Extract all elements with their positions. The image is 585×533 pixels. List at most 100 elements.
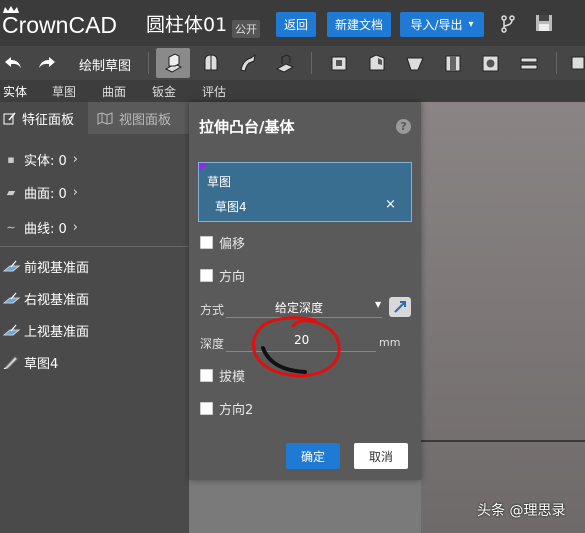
- more-tools-icon[interactable]: [564, 50, 585, 76]
- tab-surface[interactable]: 曲面: [102, 83, 126, 100]
- draw-sketch-button[interactable]: 绘制草图: [79, 55, 131, 74]
- tree-item-label: 上视基准面: [24, 324, 90, 340]
- public-badge: 公开: [232, 20, 260, 38]
- feature-tree-panel: 特征面板 视图面板 ▪ 实体: 0 › ▰ 曲面: 0 › ∼ 曲线: 0 › …: [0, 102, 189, 533]
- solid-icon: ▪: [7, 152, 15, 166]
- toolbar-divider: [556, 52, 557, 74]
- feature-panel-label: 特征面板: [22, 112, 75, 128]
- offset-checkbox[interactable]: [200, 235, 213, 249]
- tab-evaluate[interactable]: 评估: [202, 83, 226, 100]
- close-icon[interactable]: ×: [385, 197, 396, 212]
- app-logo: CrownCAD: [2, 6, 134, 38]
- surface-icon: ▰: [6, 185, 16, 199]
- map-icon: [97, 111, 113, 125]
- reverse-arrow-icon: [394, 301, 406, 313]
- tree-item-label: 右视基准面: [24, 292, 90, 308]
- tree-item-surfaces[interactable]: ▰ 曲面: 0 ›: [0, 177, 189, 207]
- back-button[interactable]: 返回: [276, 12, 316, 37]
- direction2-checkbox-row[interactable]: 方向2: [200, 399, 254, 418]
- save-icon[interactable]: [535, 14, 553, 32]
- tree-item-label: 实体: 0: [24, 153, 67, 169]
- import-export-label: 导入/导出: [410, 18, 463, 32]
- draft-label: 拔模: [219, 369, 246, 385]
- tree-divider: [0, 246, 189, 247]
- plane-icon: [2, 324, 20, 336]
- extrude-boss-icon[interactable]: [156, 48, 190, 78]
- selection-label: 草图: [207, 175, 232, 189]
- loft-icon[interactable]: [272, 50, 298, 76]
- tree-item-label: 曲面: 0: [24, 186, 67, 202]
- depth-label: 深度: [200, 337, 225, 351]
- 3d-viewport[interactable]: [421, 102, 585, 533]
- direction-label: 方向: [219, 269, 246, 285]
- sketch-selection-box[interactable]: 草图 草图4 ×: [198, 162, 412, 222]
- branch-icon[interactable]: [500, 15, 516, 33]
- new-document-button[interactable]: 新建文档: [327, 12, 391, 37]
- reverse-direction-button[interactable]: [389, 297, 411, 317]
- dialog-title: 拉伸凸台/基体: [199, 118, 295, 136]
- tree-item-label: 曲线: 0: [24, 221, 67, 237]
- tree-item-front-plane[interactable]: 前视基准面: [0, 251, 189, 281]
- loft-cut-icon[interactable]: [440, 50, 466, 76]
- feature-tabs: 实体 草图 曲面 钣金 评估: [0, 80, 585, 102]
- selected-sketch[interactable]: 草图4: [215, 198, 247, 215]
- revolve-icon[interactable]: [198, 50, 224, 76]
- tree-item-curves[interactable]: ∼ 曲线: 0 ›: [0, 212, 189, 242]
- offset-checkbox-row[interactable]: 偏移: [200, 233, 246, 252]
- tree-item-sketch4[interactable]: 草图4: [0, 347, 189, 377]
- ok-button[interactable]: 确定: [286, 443, 340, 469]
- tree-item-label: 前视基准面: [24, 260, 90, 276]
- toolbar: 绘制草图: [0, 46, 585, 80]
- tab-feature-panel[interactable]: 特征面板: [0, 102, 88, 134]
- logo-text: CrownCAD: [2, 11, 118, 38]
- direction-checkbox-row[interactable]: 方向: [200, 266, 246, 285]
- draft-checkbox-row[interactable]: 拔模: [200, 366, 246, 385]
- direction-checkbox[interactable]: [200, 268, 213, 282]
- redo-icon[interactable]: [34, 50, 60, 76]
- revolve-cut-icon[interactable]: [364, 50, 390, 76]
- rib-icon[interactable]: [516, 50, 542, 76]
- undo-icon[interactable]: [0, 50, 26, 76]
- shell-icon[interactable]: [478, 50, 504, 76]
- sweep-icon[interactable]: [235, 50, 261, 76]
- tab-solid[interactable]: 实体: [3, 83, 27, 100]
- ground-edge: [421, 440, 585, 442]
- cancel-button[interactable]: 取消: [354, 443, 408, 469]
- top-bar: CrownCAD 圆柱体01 公开 返回 新建文档 导入/导出 ▾: [0, 0, 585, 46]
- tab-sketch[interactable]: 草图: [52, 83, 76, 100]
- caret-down-icon: ▼: [375, 300, 382, 309]
- sweep-cut-icon[interactable]: [402, 50, 428, 76]
- plane-icon: [2, 260, 20, 272]
- help-icon[interactable]: ?: [396, 119, 411, 134]
- tab-view-panel[interactable]: 视图面板: [88, 102, 189, 134]
- draft-checkbox[interactable]: [200, 368, 213, 382]
- view-panel-label: 视图面板: [119, 112, 172, 128]
- toolbar-divider: [148, 52, 149, 74]
- chevron-right-icon[interactable]: ›: [73, 220, 78, 235]
- tree-item-right-plane[interactable]: 右视基准面: [0, 283, 189, 313]
- watermark: 头条 @理思录: [477, 503, 566, 519]
- sketch-icon: [3, 356, 18, 369]
- tree-item-solids[interactable]: ▪ 实体: 0 ›: [0, 144, 189, 174]
- chevron-right-icon[interactable]: ›: [73, 152, 78, 167]
- direction2-label: 方向2: [219, 402, 254, 418]
- document-title[interactable]: 圆柱体01: [146, 10, 227, 37]
- crown-icon: [3, 6, 19, 13]
- depth-unit: mm: [379, 336, 401, 349]
- method-label: 方式: [200, 303, 225, 317]
- import-export-button[interactable]: 导入/导出 ▾: [400, 12, 484, 37]
- tab-sheet-metal[interactable]: 钣金: [152, 83, 176, 100]
- offset-label: 偏移: [219, 236, 246, 252]
- curve-icon: ∼: [6, 220, 16, 234]
- tree-item-label: 草图4: [24, 356, 59, 372]
- chevron-down-icon: ▾: [468, 19, 474, 30]
- panel-tabs: 特征面板 视图面板: [0, 102, 189, 134]
- selection-corner-marker: [199, 163, 208, 172]
- chevron-right-icon[interactable]: ›: [73, 185, 78, 200]
- toolbar-divider: [311, 52, 312, 74]
- plane-icon: [2, 292, 20, 304]
- direction2-checkbox[interactable]: [200, 401, 213, 415]
- tree-item-top-plane[interactable]: 上视基准面: [0, 315, 189, 345]
- extrude-dialog: 拉伸凸台/基体 ? 草图 草图4 × 偏移 方向 方式 给定深度 ▼ 深度 20…: [189, 102, 421, 480]
- extrude-cut-icon[interactable]: [326, 50, 352, 76]
